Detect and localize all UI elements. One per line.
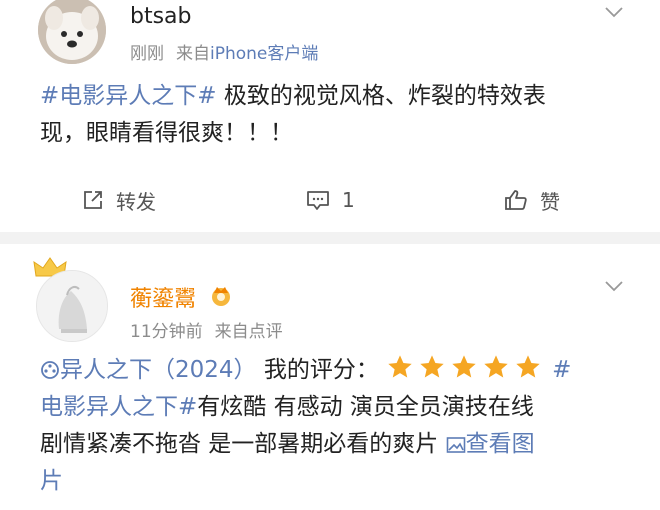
comment-icon <box>307 191 329 210</box>
star-icon <box>388 355 412 378</box>
view-image-label: 查看图 <box>465 431 535 457</box>
dog-avatar-image <box>38 0 106 64</box>
vip-badge-icon <box>212 287 230 306</box>
rating-label: 我的评分： <box>256 357 379 383</box>
avatar[interactable] <box>38 0 106 64</box>
username[interactable]: 蘅鎏鬻 <box>130 281 196 313</box>
post-text-part: 现，眼睛看得很爽！！！ <box>40 120 293 146</box>
post-meta: 刚刚 来自iPhone客户端 <box>130 39 318 64</box>
chevron-down-icon[interactable] <box>604 6 624 18</box>
repost-button[interactable]: 转发 <box>82 180 156 220</box>
star-icon <box>516 355 540 378</box>
movie-link-label: 异人之下（2024） <box>60 357 257 383</box>
avatar[interactable] <box>36 270 108 342</box>
repost-label: 转发 <box>116 189 156 214</box>
source-client: 来自点评 <box>214 322 283 342</box>
post-text-part: 剧情紧凑不拖沓 是一部暑期必看的爽片 <box>40 431 439 457</box>
comment-count: 1 <box>342 188 355 212</box>
post-text: #电影异人之下# 极致的视觉风格、炸裂的特效表 现，眼睛看得很爽！！！ <box>40 78 625 152</box>
like-icon <box>505 190 527 210</box>
source-client[interactable]: iPhone客户端 <box>210 44 318 64</box>
post-divider <box>0 232 660 244</box>
post-time: 11分钟前 <box>130 322 203 342</box>
movie-icon <box>41 361 59 379</box>
like-label: 赞 <box>540 189 560 214</box>
image-icon <box>446 437 465 453</box>
view-image-label-tail: 片 <box>40 468 63 494</box>
topic-hash[interactable]: # <box>552 357 571 383</box>
chevron-down-icon[interactable] <box>604 280 624 292</box>
post-time: 刚刚 <box>130 44 164 64</box>
star-icon <box>484 355 508 378</box>
post-text-part: 极致的视觉风格、炸裂的特效表 <box>216 83 546 109</box>
post-card-1: btsab 刚刚 来自iPhone客户端 #电影异人之下# 极致的视觉风格、炸裂的… <box>0 0 660 232</box>
star-icon <box>420 355 444 378</box>
like-button[interactable]: 赞 <box>504 180 560 220</box>
username[interactable]: btsab <box>130 4 192 29</box>
post-meta: 11分钟前 来自点评 <box>130 317 283 342</box>
source-prefix: 来自 <box>176 44 210 64</box>
post-text: 异人之下（2024） 我的评分： # 电影异人之下#有炫酷 有感动 演员全员演技… <box>40 352 625 500</box>
topic-link[interactable]: #电影异人之下# <box>40 83 217 109</box>
repost-icon <box>84 191 102 209</box>
action-bar: 转发 1 赞 <box>0 180 660 220</box>
comment-button[interactable]: 1 <box>306 180 355 220</box>
post-text-part: 有炫酷 有感动 演员全员演技在线 <box>197 394 534 420</box>
topic-link[interactable]: 电影异人之下# <box>40 394 197 420</box>
star-icon <box>452 355 476 378</box>
movie-link[interactable]: 异人之下（2024） <box>40 357 257 383</box>
avatar-image <box>37 271 107 341</box>
rating-stars <box>385 353 545 381</box>
